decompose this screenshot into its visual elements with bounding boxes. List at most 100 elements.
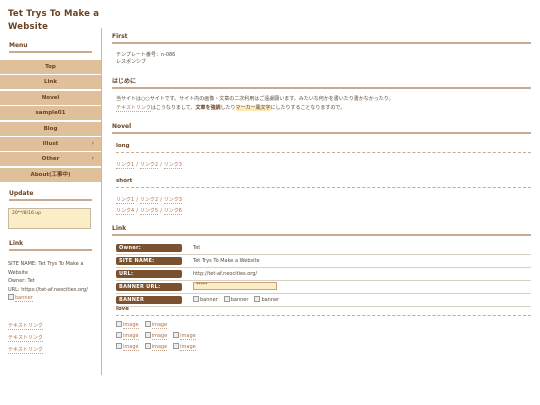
novel-link[interactable]: リンク6 <box>163 208 182 215</box>
link-site-name: SITE NAME: Tet Trys To Make a Website <box>8 261 84 276</box>
banner-alt: banner <box>230 297 249 303</box>
responsive-label: レスポンシブ <box>116 59 147 65</box>
separator: / <box>136 197 138 203</box>
strong-text: 文章を強調 <box>195 105 221 111</box>
text-link[interactable]: テキストリンク <box>8 335 43 342</box>
banner-alt[interactable]: banner <box>15 295 33 302</box>
link-row-url: URL: http://tet-af.neocities.org/ <box>116 269 531 281</box>
separator: / <box>160 162 162 168</box>
image-alt[interactable]: image <box>123 344 139 351</box>
love-image[interactable]: image <box>144 320 168 331</box>
update-heading: Update <box>9 190 92 201</box>
long-links: リンク1/リンク2/リンク3 <box>116 161 182 169</box>
menu-item-link[interactable]: Link <box>0 75 101 90</box>
image-alt[interactable]: image <box>180 344 196 351</box>
novel-link[interactable]: リンク4 <box>116 208 135 215</box>
label-banner: BANNER <box>116 296 182 304</box>
novel-link[interactable]: リンク1 <box>116 197 135 204</box>
broken-image-icon <box>223 296 230 302</box>
banner-url-input[interactable]: ***** <box>193 282 277 290</box>
side-text-links: テキストリンク テキストリンク テキストリンク <box>8 320 43 356</box>
site-title[interactable]: Tet Trys To Make a Website <box>8 8 100 34</box>
menu-item-illust[interactable]: Illust › <box>0 136 101 151</box>
love-row: image image image <box>116 331 202 342</box>
link-url: URL: https://tet-af.neocities.org/ <box>8 286 88 293</box>
section-heading-intro: はじめに <box>112 76 531 89</box>
chevron-right-icon: › <box>91 155 94 163</box>
love-image[interactable]: image <box>144 342 168 353</box>
link-owner: Owner: Tet <box>8 278 35 284</box>
link-table: Owner: Tet SITE NAME: Tet Trys To Make a… <box>116 243 531 308</box>
link-row-site-name: SITE NAME: Tet Trys To Make a Website <box>116 256 531 268</box>
intro-text-link[interactable]: テキストリンク <box>116 105 151 112</box>
broken-image-icon <box>144 343 151 349</box>
image-alt[interactable]: image <box>123 322 139 329</box>
separator: / <box>160 208 162 214</box>
menu-heading: Menu <box>9 42 92 53</box>
image-alt[interactable]: image <box>151 322 168 329</box>
intro-text-part: にしたりすることなりますので。 <box>270 105 346 111</box>
menu-item-label: sample01 <box>35 110 66 117</box>
separator: / <box>160 197 162 203</box>
intro-text-2: テキストリンクはこうなりまして、文章を強調したりマーカー風文字にしたりすることな… <box>116 104 531 112</box>
menu-item-label: Illust <box>42 140 59 147</box>
sub-heading-short: short <box>116 178 531 188</box>
marker-text: マーカー風文字 <box>235 105 271 111</box>
banner-image[interactable]: banner <box>223 296 249 305</box>
novel-link[interactable]: リンク1 <box>116 162 135 169</box>
short-links-row2: リンク4/リンク5/リンク6 <box>116 207 182 215</box>
love-image[interactable]: image <box>116 320 139 331</box>
value-site-name: Tet Trys To Make a Website <box>193 258 260 264</box>
image-alt[interactable]: image <box>180 333 196 340</box>
banner-image[interactable]: banner <box>193 296 218 305</box>
novel-link[interactable]: リンク3 <box>163 197 182 204</box>
link-row-banner-url: BANNER URL: ***** <box>116 282 531 294</box>
love-row: image image <box>116 320 202 331</box>
broken-image-icon <box>173 332 180 338</box>
short-links-row1: リンク1/リンク2/リンク3 <box>116 196 182 204</box>
section-heading-link: Link <box>112 225 531 236</box>
chevron-right-icon: › <box>91 139 94 147</box>
image-alt[interactable]: image <box>151 344 168 351</box>
novel-link[interactable]: リンク3 <box>163 162 182 169</box>
love-image[interactable]: image <box>173 342 196 353</box>
sub-heading-long: long <box>116 143 531 153</box>
broken-image-icon <box>144 321 151 327</box>
update-textarea[interactable]: 20**/8/16 up <box>8 208 91 229</box>
image-alt[interactable]: image <box>151 333 168 340</box>
menu-item-sample01[interactable]: sample01 <box>0 106 101 121</box>
love-row: image image image <box>116 342 202 353</box>
broken-image-icon <box>254 296 261 302</box>
banner-image[interactable]: banner <box>254 296 279 305</box>
value-url[interactable]: http://tet-af.neocities.org/ <box>193 270 257 279</box>
link-banner[interactable]: banner <box>8 294 96 303</box>
novel-link[interactable]: リンク2 <box>139 162 159 169</box>
section-heading-novel: Novel <box>112 123 531 134</box>
link-heading: Link <box>9 240 92 251</box>
sub-heading-love: love <box>116 306 531 316</box>
broken-image-icon <box>8 294 14 300</box>
image-alt[interactable]: image <box>123 333 139 340</box>
menu-item-about[interactable]: About(工事中) <box>0 167 101 182</box>
menu-item-blog[interactable]: Blog <box>0 121 101 136</box>
love-image[interactable]: image <box>116 331 139 342</box>
love-image[interactable]: image <box>173 331 196 342</box>
intro-text-part: はこうなりまして、 <box>150 105 196 111</box>
love-image[interactable]: image <box>116 342 139 353</box>
menu-item-other[interactable]: Other › <box>0 152 101 167</box>
menu-item-top[interactable]: Top <box>0 60 101 74</box>
text-link[interactable]: テキストリンク <box>8 323 43 330</box>
link-info: SITE NAME: Tet Trys To Make a Website Ow… <box>8 260 96 303</box>
menu-item-label: About(工事中) <box>30 171 71 178</box>
section-heading-first: First <box>112 33 531 44</box>
novel-link[interactable]: リンク2 <box>139 197 159 204</box>
love-image[interactable]: image <box>144 331 168 342</box>
menu-item-novel[interactable]: Novel <box>0 90 101 105</box>
menu-item-label: Other <box>41 156 60 163</box>
menu-item-label: Link <box>44 79 57 86</box>
label-owner: Owner: <box>116 244 182 252</box>
text-link[interactable]: テキストリンク <box>8 347 43 354</box>
novel-link[interactable]: リンク5 <box>139 208 159 215</box>
love-images: image image image image image image image ima… <box>116 320 202 353</box>
label-site-name: SITE NAME: <box>116 257 182 265</box>
